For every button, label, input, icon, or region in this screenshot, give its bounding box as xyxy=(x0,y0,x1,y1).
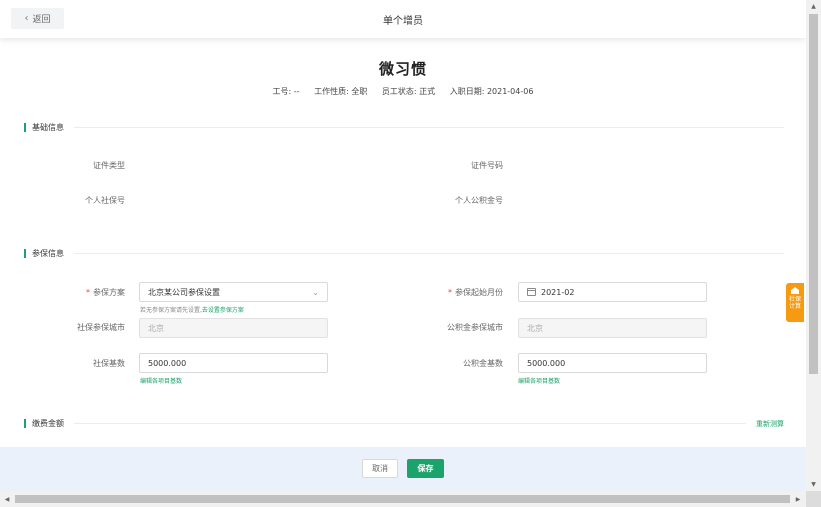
fund-city-field: 北京 xyxy=(518,318,707,338)
section-divider xyxy=(74,423,746,424)
housing-fund-number-label: 个人公积金号 xyxy=(455,196,503,205)
payment-section-header: 缴费金额 重新测算 xyxy=(24,418,784,429)
fund-edit-base-link[interactable]: 编辑各项目基数 xyxy=(518,376,560,385)
employee-meta: 工号: -- 工作性质: 全职 员工状态: 正式 入职日期: 2021-04-0… xyxy=(0,86,806,97)
required-mark: * xyxy=(86,288,90,297)
fund-base-value: 5000.000 xyxy=(527,358,566,368)
plan-select[interactable]: 北京某公司参保设置 ⌄ xyxy=(139,282,328,302)
employee-id: 工号: -- xyxy=(272,87,300,96)
plan-label: * 参保方案 xyxy=(15,287,125,298)
social-city-label: 社保参保城市 xyxy=(77,323,125,332)
chevron-down-icon: ⌄ xyxy=(312,287,319,297)
section-accent-bar xyxy=(24,249,26,258)
footer-action-bar: 取消 保存 xyxy=(0,447,806,491)
fund-city-label: 公积金参保城市 xyxy=(447,323,503,332)
horizontal-scrollbar[interactable]: ◀ ▶ xyxy=(0,491,806,507)
employee-work-type: 工作性质: 全职 xyxy=(314,87,368,96)
house-icon xyxy=(791,287,799,294)
start-month-label-text: 参保起始月份 xyxy=(455,288,503,297)
scroll-up-arrow-icon[interactable]: ▲ xyxy=(806,0,821,13)
vertical-scrollbar[interactable]: ▲ ▼ xyxy=(806,0,821,491)
social-base-value: 5000.000 xyxy=(148,358,187,368)
id-number-label: 证件号码 xyxy=(471,161,503,170)
top-bar: ‹ 返回 单个增员 xyxy=(0,0,806,38)
cancel-button[interactable]: 取消 xyxy=(362,459,398,478)
vertical-scroll-thumb[interactable] xyxy=(809,14,818,374)
fund-base-label: 公积金基数 xyxy=(463,359,503,368)
scroll-down-arrow-icon[interactable]: ▼ xyxy=(806,478,821,491)
social-city-field: 北京 xyxy=(139,318,328,338)
payment-title: 缴费金额 xyxy=(32,419,64,428)
calculator-label-line2: 计算 xyxy=(788,303,801,310)
page-viewport: ‹ 返回 单个增员 微习惯 工号: -- 工作性质: 全职 员工状态: 正式 入… xyxy=(0,0,806,491)
plan-label-text: 参保方案 xyxy=(93,288,125,297)
employee-name: 微习惯 xyxy=(378,60,427,78)
start-month-value: 2021-02 xyxy=(541,287,575,297)
setup-plan-link[interactable]: 去设置参保方案 xyxy=(202,307,244,314)
required-mark: * xyxy=(448,288,452,297)
calculator-label-line1: 社保 xyxy=(788,296,801,303)
fund-base-input[interactable]: 5000.000 xyxy=(518,353,707,373)
section-divider xyxy=(74,253,784,254)
plan-hint: 若无参保方案请先设置,去设置参保方案 xyxy=(140,305,244,314)
social-base-input[interactable]: 5000.000 xyxy=(139,353,328,373)
recalculate-link[interactable]: 重新测算 xyxy=(756,419,784,429)
section-accent-bar xyxy=(24,123,26,132)
page-title: 单个增员 xyxy=(383,16,423,27)
social-edit-base-link[interactable]: 编辑各项目基数 xyxy=(140,376,182,385)
start-month-label: * 参保起始月份 xyxy=(393,287,503,298)
scroll-left-arrow-icon[interactable]: ◀ xyxy=(0,491,14,507)
save-button[interactable]: 保存 xyxy=(407,459,444,478)
employee-hire-date: 入职日期: 2021-04-06 xyxy=(449,87,534,96)
insurance-info-title: 参保信息 xyxy=(32,249,64,258)
employee-status: 员工状态: 正式 xyxy=(381,87,436,96)
social-city-value: 北京 xyxy=(148,323,164,333)
section-accent-bar xyxy=(24,419,26,428)
start-month-picker[interactable]: 2021-02 xyxy=(518,282,707,302)
horizontal-scroll-thumb[interactable] xyxy=(15,495,790,503)
social-calculator-button[interactable]: 社保 计算 xyxy=(786,283,804,322)
plan-hint-text: 若无参保方案请先设置, xyxy=(140,307,202,314)
fund-city-value: 北京 xyxy=(527,323,543,333)
id-type-label: 证件类型 xyxy=(93,161,125,170)
calendar-icon xyxy=(527,288,536,296)
social-security-number-label: 个人社保号 xyxy=(85,196,125,205)
social-base-label: 社保基数 xyxy=(93,359,125,368)
insurance-info-section-header: 参保信息 xyxy=(24,248,784,259)
scrollbar-corner xyxy=(806,491,821,507)
basic-info-title: 基础信息 xyxy=(32,123,64,132)
basic-info-section-header: 基础信息 xyxy=(24,122,784,133)
scroll-right-arrow-icon[interactable]: ▶ xyxy=(791,491,805,507)
plan-select-value: 北京某公司参保设置 xyxy=(148,287,220,297)
section-divider xyxy=(74,127,784,128)
